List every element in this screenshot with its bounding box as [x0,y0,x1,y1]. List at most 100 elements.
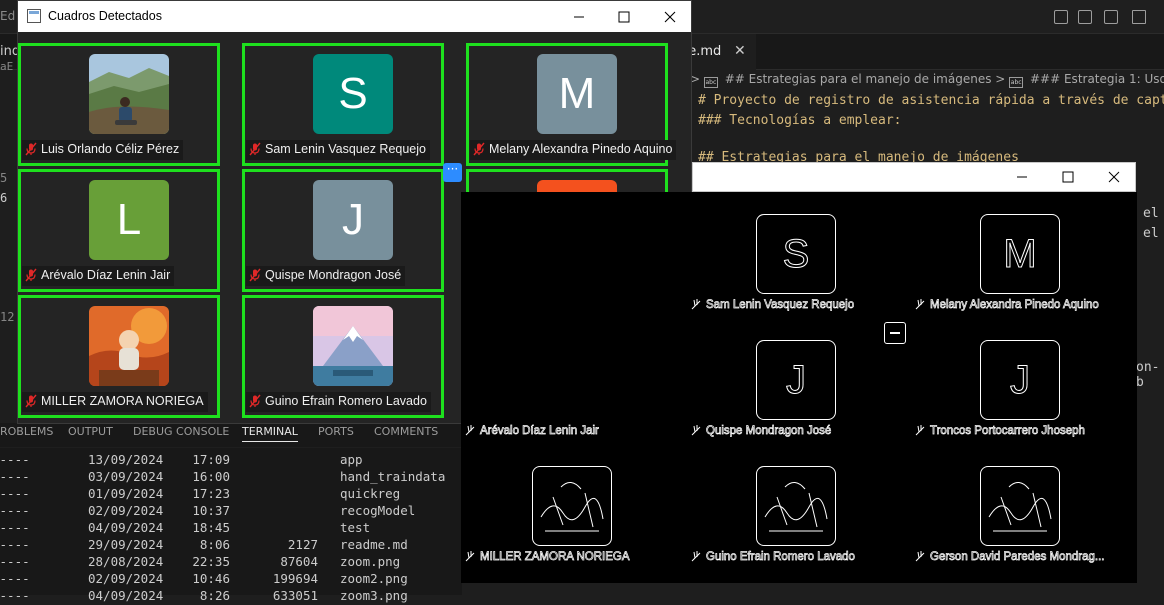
participant-tile[interactable]: J Quispe Mondragon José [242,169,444,292]
line-number: 12 [0,309,14,324]
close-button[interactable] [647,1,693,32]
muted-mic-outline-icon [465,425,475,436]
participant-avatar: L [89,180,169,260]
more-options-button[interactable]: ··· [443,163,462,182]
terminal-row: a---- 04/09/2024 8:26 633051 zoom3.png [0,588,462,605]
terminal-name: test [340,520,371,535]
toggle-secondary-sidebar-icon[interactable] [1104,10,1118,24]
edge-participant-label: Sam Lenin Vasquez Requejo [690,298,854,311]
terminal-date: 28/08/2024 [88,554,164,569]
tab-ports[interactable]: PORTS [318,425,354,438]
tab-comments[interactable]: COMMENTS [374,425,438,438]
menu-edit-fragment[interactable]: Ed [0,9,18,23]
participant-avatar-image [89,54,169,134]
terminal-date: 02/09/2024 [88,571,164,586]
opencv-window-title-bar[interactable] [692,162,1136,192]
edge-participant-label: Guino Efrain Romero Lavado [690,550,855,563]
edge-initial: M [1003,231,1037,276]
markdown-heading-icon: abc [703,77,718,88]
code-fragment: on-b [1136,360,1160,390]
participant-name-label: Arévalo Díaz Lenin Jair [22,266,175,286]
terminal-time: 18:45 [192,520,230,535]
terminal-date: 02/09/2024 [88,503,164,518]
terminal-mode: ----- [0,469,30,484]
breadcrumb-item[interactable]: ## Estrategias para el manejo de imágene… [725,72,992,86]
terminal-mode: ----- [0,486,30,501]
code-line: # Proyecto de registro de asistencia ráp… [698,93,1164,108]
participant-name: Quispe Mondragon José [265,268,402,282]
muted-mic-icon [25,142,37,156]
terminal-date: 03/09/2024 [88,469,164,484]
participant-tile[interactable]: S Sam Lenin Vasquez Requejo [242,43,444,166]
edge-participant-label: Arévalo Díaz Lenin Jair [464,424,599,437]
minimize-icon [574,16,584,17]
terminal-time: 17:09 [192,452,230,467]
participant-tile[interactable]: MILLER ZAMORA NORIEGA [18,295,220,418]
code-fragment: el [1143,226,1159,241]
edge-participant-name: Guino Efrain Romero Lavado [706,551,856,564]
edge-participant-name: Quispe Mondragon José [706,425,832,438]
app-window-icon [27,9,41,23]
line-numbers: aE 5 6 12 [0,60,14,330]
participant-tile[interactable]: M Melany Alexandra Pinedo Aquino [466,43,677,166]
participant-name: Arévalo Díaz Lenin Jair [41,268,171,282]
participant-name: Luis Orlando Céliz Pérez [41,142,180,156]
maximize-button[interactable] [1045,163,1091,191]
participant-name: Sam Lenin Vasquez Requejo [265,142,426,156]
muted-mic-outline-icon [915,299,925,310]
toggle-sidebar-icon[interactable] [1054,10,1068,24]
terminal-name: zoom3.png [340,588,408,603]
edge-participant-label: Melany Alexandra Pinedo Aquino [914,298,1099,311]
maximize-icon [1062,171,1074,183]
terminal-name: zoom2.png [340,571,408,586]
edge-detection-canvas: S M J J Sam Lenin Vasquez Requejo Melany Al… [461,192,1137,583]
tab-debug-console[interactable]: DEBUG CONSOLE [133,425,229,438]
minimize-icon [1017,176,1027,178]
tab-terminal[interactable]: TERMINAL [242,425,298,442]
terminal-time: 17:23 [192,486,230,501]
close-icon[interactable]: ✕ [734,43,746,59]
toggle-panel-icon[interactable] [1078,10,1092,24]
participant-name-label: Melany Alexandra Pinedo Aquino [470,140,677,160]
terminal-row: a---- 02/09/2024 10:46 199694 zoom2.png [0,571,462,588]
terminal-date: 01/09/2024 [88,486,164,501]
close-button[interactable] [1091,163,1137,191]
edge-more-button-outline [884,322,906,344]
participant-tile[interactable]: Guino Efrain Romero Lavado [242,295,444,418]
participant-avatar: S [313,54,393,134]
participant-name-label: Quispe Mondragon José [246,266,406,286]
terminal-name: hand_traindata [340,469,446,484]
customize-layout-icon[interactable] [1132,10,1146,24]
terminal-row: ----- 03/09/2024 16:00 hand_traindata [0,469,462,486]
participant-tile[interactable]: L Arévalo Díaz Lenin Jair [18,169,220,292]
edge-participant-name: Arévalo Díaz Lenin Jair [480,425,600,438]
breadcrumb-item[interactable]: ### Estrategia 1: Uso de delimi [1030,72,1164,86]
participant-name: MILLER ZAMORA NORIEGA [41,394,204,408]
terminal-mode: ----- [0,503,30,518]
muted-mic-icon [25,268,37,282]
participant-name: Guino Efrain Romero Lavado [265,394,427,408]
maximize-button[interactable] [601,1,647,32]
terminal-mode: a---- [0,588,30,603]
terminal-time: 22:35 [192,554,230,569]
line-number: 6 [0,191,8,205]
window-title-bar[interactable]: Cuadros Detectados [18,1,691,32]
terminal[interactable]: ----- 13/09/2024 17:09 app ----- 03/09/2024 16… [0,448,462,603]
muted-mic-outline-icon [691,299,701,310]
muted-mic-icon [249,268,261,282]
tab-output[interactable]: OUTPUT [68,425,113,438]
muted-mic-icon [249,394,261,408]
muted-mic-outline-icon [915,425,925,436]
markdown-heading-icon: abc [1009,77,1024,88]
edge-participant-name: Sam Lenin Vasquez Requejo [706,299,855,312]
terminal-mode: a---- [0,554,30,569]
maximize-icon [618,11,630,22]
terminal-date: 29/09/2024 [88,537,164,552]
terminal-mode: a---- [0,571,30,586]
edge-participant-name: Gerson David Paredes Mondrag... [930,551,1105,564]
edge-initial: J [1010,357,1031,402]
participant-tile[interactable]: Luis Orlando Céliz Pérez [18,43,220,166]
minimize-button[interactable] [999,163,1045,191]
tab-problems[interactable]: ROBLEMS [0,425,53,438]
minimize-button[interactable] [556,1,602,32]
